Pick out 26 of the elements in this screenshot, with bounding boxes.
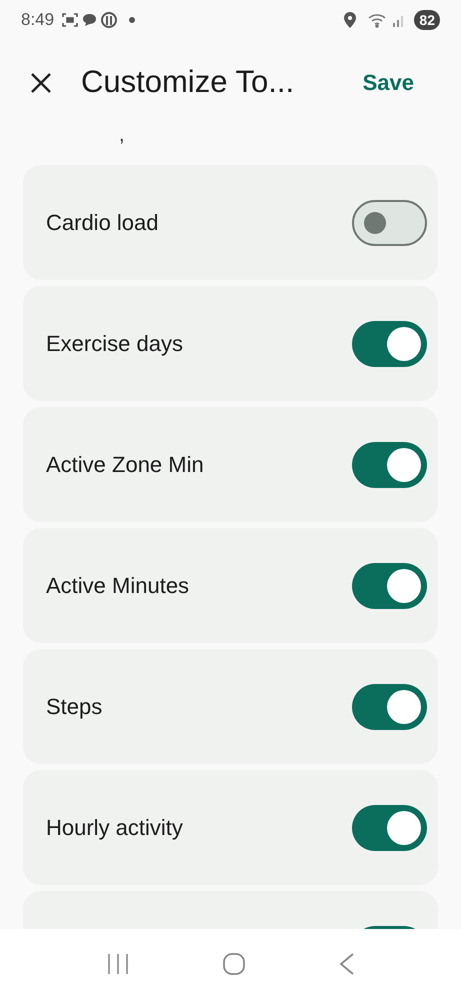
- setting-label: Hourly activity: [46, 814, 183, 842]
- battery-indicator: 82: [414, 10, 440, 30]
- page-title: Customize To...: [81, 63, 294, 102]
- setting-label: Active Zone Min: [46, 451, 204, 479]
- setting-label: Steps: [46, 693, 102, 721]
- toggle-switch[interactable]: [352, 442, 427, 488]
- location-icon: [344, 12, 356, 28]
- setting-label: Active Minutes: [46, 572, 190, 600]
- screenshot-icon: [62, 12, 78, 28]
- setting-label: Cardio load: [46, 209, 159, 237]
- dot-icon: [129, 17, 136, 23]
- recents-icon[interactable]: [106, 952, 130, 976]
- save-button[interactable]: Save: [362, 66, 414, 99]
- app-icon: [101, 12, 118, 28]
- close-icon: [30, 72, 52, 94]
- toggle-switch[interactable]: [352, 320, 427, 366]
- status-time: 8:49: [21, 9, 54, 32]
- toggle-switch[interactable]: [352, 684, 427, 730]
- back-icon[interactable]: [338, 952, 355, 976]
- toggle-switch[interactable]: [352, 200, 427, 246]
- home-icon[interactable]: [222, 952, 246, 976]
- chat-icon: [82, 13, 98, 27]
- toggle-switch[interactable]: [352, 562, 427, 608]
- text-fragment: ,: [119, 125, 125, 146]
- toggle-switch[interactable]: [352, 804, 427, 850]
- setting-label: Exercise days: [46, 330, 183, 358]
